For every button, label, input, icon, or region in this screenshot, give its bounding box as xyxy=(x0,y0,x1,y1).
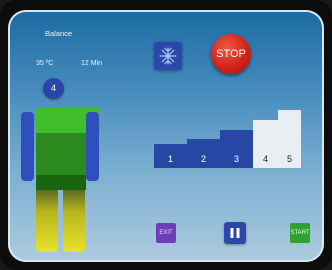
body-left-leg-zone[interactable] xyxy=(36,190,58,252)
body-left-arm-zone[interactable] xyxy=(21,112,34,181)
intensity-level-label: 5 xyxy=(286,154,292,164)
intensity-level-label: 2 xyxy=(200,154,206,164)
intensity-level-5[interactable]: 5 xyxy=(278,110,301,168)
program-name: Balance xyxy=(45,29,73,38)
snowflake-icon xyxy=(159,47,177,65)
intensity-level-3[interactable]: 3 xyxy=(220,130,254,168)
cooling-button[interactable] xyxy=(154,42,182,70)
temperature-readout: 35 ºC xyxy=(36,60,54,67)
zone-number: 4 xyxy=(50,83,56,93)
body-head-zone[interactable]: 4 xyxy=(43,78,64,99)
intensity-level-4[interactable]: 4 xyxy=(253,120,279,168)
body-right-arm-zone[interactable] xyxy=(86,112,99,181)
body-hips-zone[interactable] xyxy=(36,175,86,190)
body-right-leg-zone[interactable] xyxy=(63,190,85,252)
body-torso-zone[interactable] xyxy=(36,133,86,175)
intensity-level-label: 1 xyxy=(167,154,173,164)
exit-button[interactable]: EXIT xyxy=(156,223,176,243)
stop-button[interactable]: STOP xyxy=(211,34,251,74)
pause-button[interactable] xyxy=(224,222,246,244)
duration-readout: 12 Min xyxy=(81,60,103,67)
pause-icon xyxy=(230,228,240,238)
intensity-level-label: 4 xyxy=(262,154,268,164)
start-button[interactable]: START xyxy=(290,223,310,243)
intensity-level-label: 3 xyxy=(233,154,239,164)
intensity-level-2[interactable]: 2 xyxy=(187,139,221,168)
intensity-level-1[interactable]: 1 xyxy=(154,144,188,168)
